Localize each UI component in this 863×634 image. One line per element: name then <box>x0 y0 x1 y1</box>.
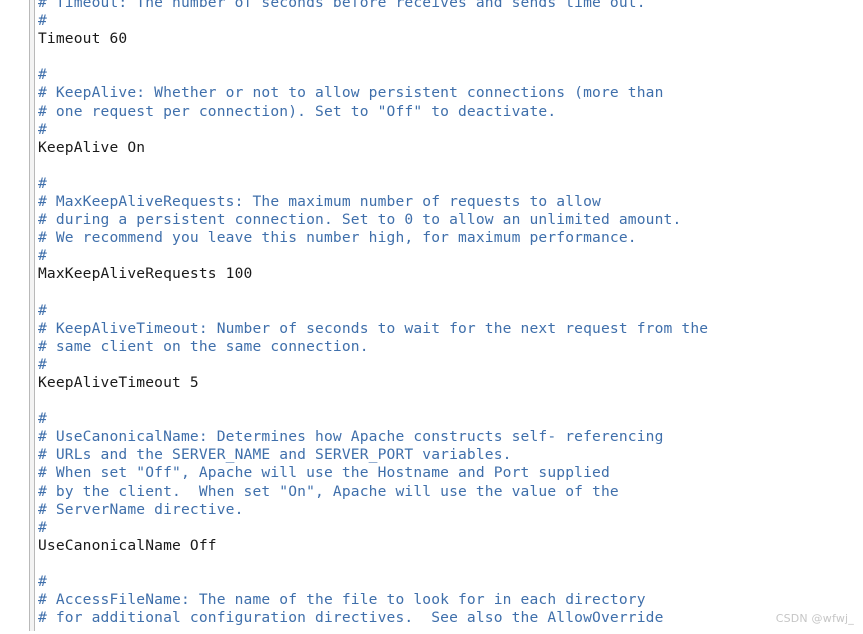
code-line: # <box>38 573 47 590</box>
code-line: MaxKeepAliveRequests 100 <box>38 265 253 283</box>
code-line: # MaxKeepAliveRequests: The maximum numb… <box>38 193 601 211</box>
code-line: KeepAlive On <box>38 138 146 156</box>
vertical-scrollbar-rail[interactable] <box>29 0 35 631</box>
code-line: # Timeout: The number of seconds before … <box>38 0 646 11</box>
code-line: # same client on the same connection. <box>38 337 369 355</box>
code-line: # <box>38 120 47 138</box>
code-line: # ServerName directive. <box>38 500 244 518</box>
code-line: # <box>38 355 47 373</box>
code-line: # one request per connection). Set to "O… <box>38 102 557 120</box>
code-line: # <box>38 247 47 265</box>
code-line: UseCanonicalName Off <box>38 536 217 554</box>
code-line: Timeout 60 <box>38 30 128 48</box>
code-line: # by the client. When set "On", Apache w… <box>38 482 619 500</box>
code-line: # KeepAliveTimeout: Number of seconds to… <box>38 319 709 337</box>
code-line: # AccessFileName: The name of the file t… <box>38 591 646 609</box>
code-line: # When set "Off", Apache will use the Ho… <box>38 464 610 482</box>
text-document-viewer: # Timeout: The number of seconds before … <box>0 0 863 631</box>
code-line: # URLs and the SERVER_NAME and SERVER_PO… <box>38 446 512 464</box>
code-line: # <box>38 12 47 30</box>
csdn-watermark: CSDN @wfwj_ <box>775 612 854 625</box>
code-line: # UseCanonicalName: Determines how Apach… <box>38 428 664 446</box>
code-line: # <box>38 301 47 319</box>
code-line: # We recommend you leave this number hig… <box>38 229 637 247</box>
code-line: # during a persistent connection. Set to… <box>38 211 682 229</box>
config-file-text[interactable]: # Timeout: The number of seconds before … <box>38 0 858 634</box>
code-line: # <box>38 410 47 428</box>
left-margin-gutter <box>0 0 29 631</box>
code-line: # <box>38 66 47 84</box>
code-line: # <box>38 518 47 536</box>
code-line: # KeepAlive: Whether or not to allow per… <box>38 84 664 102</box>
code-line: # <box>38 174 47 192</box>
code-line: KeepAliveTimeout 5 <box>38 373 199 391</box>
code-line: # for additional configuration directive… <box>38 609 664 627</box>
